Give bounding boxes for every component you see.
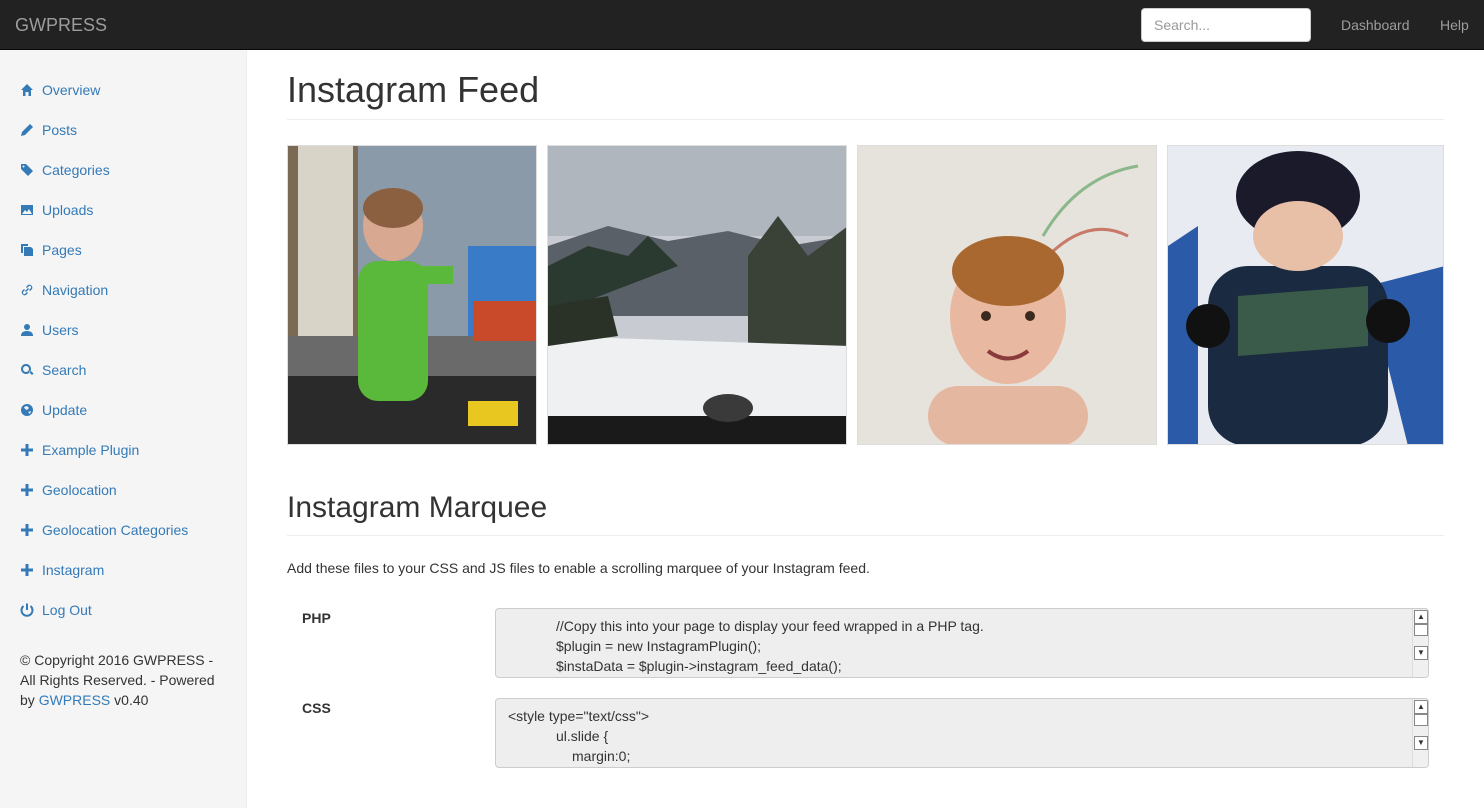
sidebar-item-geolocation[interactable]: Geolocation bbox=[0, 470, 246, 510]
copyright-text: © Copyright 2016 GWPRESS - All Rights Re… bbox=[20, 650, 230, 710]
main-content: Instagram Feed Instagram Marquee Add the… bbox=[247, 50, 1484, 808]
instagram-photo[interactable] bbox=[857, 145, 1157, 445]
scroll-up-arrow-icon[interactable]: ▲ bbox=[1414, 610, 1428, 624]
search-icon bbox=[20, 363, 34, 377]
sidebar-item-navigation[interactable]: Navigation bbox=[0, 270, 246, 310]
home-icon bbox=[20, 83, 34, 97]
scroll-down-arrow-icon[interactable]: ▼ bbox=[1414, 736, 1428, 750]
code-line: //Copy this into your page to display yo… bbox=[556, 618, 984, 634]
sidebar-item-label: Geolocation Categories bbox=[42, 522, 189, 538]
marquee-description: Add these files to your CSS and JS files… bbox=[287, 560, 870, 576]
sidebar-item-label: Example Plugin bbox=[42, 442, 140, 458]
duplicate-icon bbox=[20, 243, 34, 257]
nav-help-link[interactable]: Help bbox=[1440, 15, 1469, 35]
sidebar-item-search[interactable]: Search bbox=[0, 350, 246, 390]
globe-icon bbox=[20, 403, 34, 417]
sidebar-item-label: Navigation bbox=[42, 282, 109, 298]
sidebar-item-label: Pages bbox=[42, 242, 82, 258]
sidebar-item-label: Geolocation bbox=[42, 482, 117, 498]
sidebar-item-label: Categories bbox=[42, 162, 110, 178]
scroll-thumb[interactable] bbox=[1414, 714, 1428, 726]
scrollbar[interactable]: ▲ ▼ bbox=[1412, 609, 1428, 677]
scroll-up-arrow-icon[interactable]: ▲ bbox=[1414, 700, 1428, 714]
sidebar-menu: Overview Posts Categories Uploads Pages … bbox=[0, 70, 246, 630]
scrollbar[interactable]: ▲ ▼ bbox=[1412, 699, 1428, 767]
sidebar-item-label: Log Out bbox=[42, 602, 92, 618]
instagram-feed bbox=[287, 145, 1444, 445]
sidebar-item-pages[interactable]: Pages bbox=[0, 230, 246, 270]
plus-icon bbox=[20, 443, 34, 457]
sidebar-item-categories[interactable]: Categories bbox=[0, 150, 246, 190]
sidebar-item-users[interactable]: Users bbox=[0, 310, 246, 350]
sidebar-item-uploads[interactable]: Uploads bbox=[0, 190, 246, 230]
code-line: <style type="text/css"> bbox=[508, 708, 650, 724]
power-icon bbox=[20, 603, 34, 617]
instagram-photo[interactable] bbox=[547, 145, 847, 445]
css-code-textarea[interactable]: <style type="text/css"> ul.slide { margi… bbox=[495, 698, 1429, 768]
sidebar-item-posts[interactable]: Posts bbox=[0, 110, 246, 150]
sidebar-item-label: Uploads bbox=[42, 202, 94, 218]
sidebar-item-overview[interactable]: Overview bbox=[0, 70, 246, 110]
code-line: $plugin = new InstagramPlugin(); bbox=[556, 638, 762, 654]
code-line: ul.slide { bbox=[556, 728, 609, 744]
plus-icon bbox=[20, 523, 34, 537]
scroll-down-arrow-icon[interactable]: ▼ bbox=[1414, 646, 1428, 660]
nav-dashboard-link[interactable]: Dashboard bbox=[1341, 15, 1410, 35]
user-icon bbox=[20, 323, 34, 337]
sidebar-item-label: Users bbox=[42, 322, 79, 338]
sidebar-item-label: Search bbox=[42, 362, 87, 378]
search-input[interactable] bbox=[1141, 8, 1311, 42]
php-code-textarea[interactable]: //Copy this into your page to display yo… bbox=[495, 608, 1429, 678]
sidebar: Overview Posts Categories Uploads Pages … bbox=[0, 50, 247, 808]
sidebar-item-label: Overview bbox=[42, 82, 101, 98]
pencil-icon bbox=[20, 123, 34, 137]
top-navbar: GWPRESS Dashboard Help bbox=[0, 0, 1484, 50]
sidebar-item-example-plugin[interactable]: Example Plugin bbox=[0, 430, 246, 470]
plus-icon bbox=[20, 563, 34, 577]
link-icon bbox=[20, 283, 34, 297]
instagram-photo[interactable] bbox=[1167, 145, 1444, 445]
sidebar-item-instagram[interactable]: Instagram bbox=[0, 550, 246, 590]
plus-icon bbox=[20, 483, 34, 497]
marquee-title: Instagram Marquee bbox=[287, 490, 1444, 536]
code-line: $instaData = $plugin->instagram_feed_dat… bbox=[556, 658, 842, 674]
scroll-thumb[interactable] bbox=[1414, 624, 1428, 636]
sidebar-item-geolocation-categories[interactable]: Geolocation Categories bbox=[0, 510, 246, 550]
code-line: margin:0; bbox=[572, 748, 631, 764]
sidebar-item-label: Update bbox=[42, 402, 88, 418]
sidebar-item-update[interactable]: Update bbox=[0, 390, 246, 430]
instagram-photo[interactable] bbox=[287, 145, 537, 445]
css-label: CSS bbox=[302, 700, 331, 716]
php-label: PHP bbox=[302, 610, 331, 626]
sidebar-item-label: Instagram bbox=[42, 562, 105, 578]
brand-logo[interactable]: GWPRESS bbox=[15, 15, 107, 35]
version-label: v0.40 bbox=[114, 692, 149, 708]
tags-icon bbox=[20, 163, 34, 177]
picture-icon bbox=[20, 203, 34, 217]
sidebar-item-label: Posts bbox=[42, 122, 78, 138]
sidebar-item-logout[interactable]: Log Out bbox=[0, 590, 246, 630]
page-title: Instagram Feed bbox=[287, 70, 1444, 120]
gwpress-link[interactable]: GWPRESS bbox=[39, 692, 111, 708]
